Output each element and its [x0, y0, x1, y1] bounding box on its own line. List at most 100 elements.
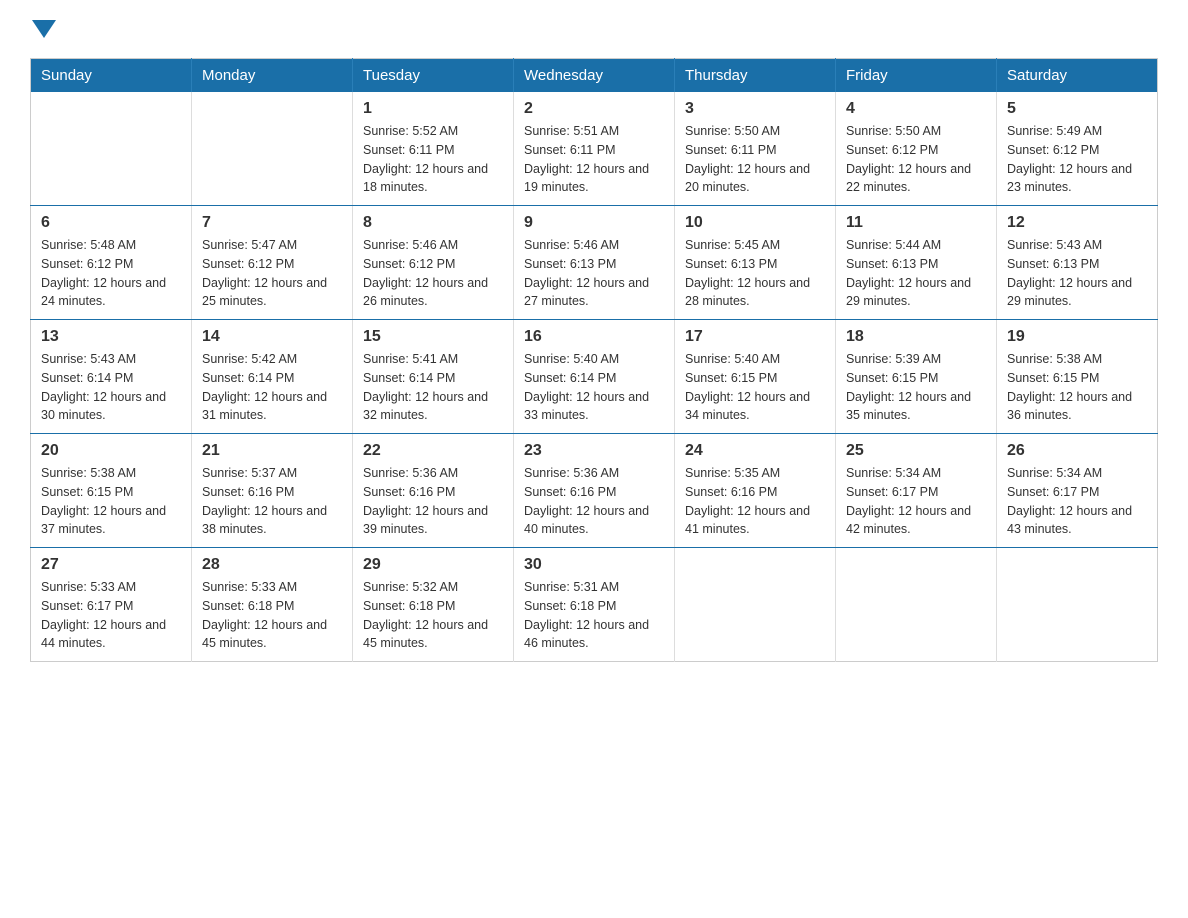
calendar-cell: 6 Sunrise: 5:48 AMSunset: 6:12 PMDaylight… [31, 206, 192, 320]
weekday-header-thursday: Thursday [675, 59, 836, 93]
weekday-header-tuesday: Tuesday [353, 59, 514, 93]
calendar-cell: 25Sunrise: 5:34 AMSunset: 6:17 PMDayligh… [836, 434, 997, 548]
calendar-cell: 2 Sunrise: 5:51 AMSunset: 6:11 PMDaylight… [514, 92, 675, 206]
day-number: 18 [846, 328, 986, 346]
day-number: 21 [202, 442, 342, 460]
calendar-cell: 30 Sunrise: 5:31 AMSunset: 6:18 PMDayligh… [514, 548, 675, 662]
day-info: Sunrise: 5:48 AMSunset: 6:12 PMDaylight:… [41, 236, 181, 311]
day-number: 6 [41, 214, 181, 232]
day-number: 13 [41, 328, 181, 346]
day-info: Sunrise: 5:42 AMSunset: 6:14 PMDaylight:… [202, 350, 342, 425]
day-info: Sunrise: 5:39 AMSunset: 6:15 PMDaylight:… [846, 350, 986, 425]
calendar-cell: 10 Sunrise: 5:45 AMSunset: 6:13 PMDayligh… [675, 206, 836, 320]
calendar-body: 1 Sunrise: 5:52 AMSunset: 6:11 PMDaylight… [31, 92, 1158, 662]
day-number: 20 [41, 442, 181, 460]
weekday-header-monday: Monday [192, 59, 353, 93]
calendar-table: SundayMondayTuesdayWednesdayThursdayFrid… [30, 58, 1158, 662]
calendar-cell: 18 Sunrise: 5:39 AMSunset: 6:15 PMDayligh… [836, 320, 997, 434]
calendar-week-row: 13Sunrise: 5:43 AMSunset: 6:14 PMDayligh… [31, 320, 1158, 434]
day-info: Sunrise: 5:52 AMSunset: 6:11 PMDaylight:… [363, 122, 503, 197]
calendar-cell: 16Sunrise: 5:40 AMSunset: 6:14 PMDayligh… [514, 320, 675, 434]
calendar-week-row: 27 Sunrise: 5:33 AMSunset: 6:17 PMDayligh… [31, 548, 1158, 662]
day-info: Sunrise: 5:33 AMSunset: 6:18 PMDaylight:… [202, 578, 342, 653]
day-info: Sunrise: 5:33 AMSunset: 6:17 PMDaylight:… [41, 578, 181, 653]
day-number: 16 [524, 328, 664, 346]
day-number: 8 [363, 214, 503, 232]
day-number: 17 [685, 328, 825, 346]
day-info: Sunrise: 5:41 AMSunset: 6:14 PMDaylight:… [363, 350, 503, 425]
calendar-cell [997, 548, 1158, 662]
day-info: Sunrise: 5:45 AMSunset: 6:13 PMDaylight:… [685, 236, 825, 311]
logo [30, 20, 58, 38]
day-info: Sunrise: 5:38 AMSunset: 6:15 PMDaylight:… [41, 464, 181, 539]
day-info: Sunrise: 5:34 AMSunset: 6:17 PMDaylight:… [846, 464, 986, 539]
day-info: Sunrise: 5:40 AMSunset: 6:15 PMDaylight:… [685, 350, 825, 425]
day-number: 19 [1007, 328, 1147, 346]
calendar-cell: 3 Sunrise: 5:50 AMSunset: 6:11 PMDaylight… [675, 92, 836, 206]
day-info: Sunrise: 5:35 AMSunset: 6:16 PMDaylight:… [685, 464, 825, 539]
weekday-header-sunday: Sunday [31, 59, 192, 93]
calendar-cell: 11 Sunrise: 5:44 AMSunset: 6:13 PMDayligh… [836, 206, 997, 320]
calendar-cell: 22 Sunrise: 5:36 AMSunset: 6:16 PMDayligh… [353, 434, 514, 548]
day-info: Sunrise: 5:34 AMSunset: 6:17 PMDaylight:… [1007, 464, 1147, 539]
calendar-cell: 19 Sunrise: 5:38 AMSunset: 6:15 PMDayligh… [997, 320, 1158, 434]
calendar-cell: 12Sunrise: 5:43 AMSunset: 6:13 PMDayligh… [997, 206, 1158, 320]
day-number: 14 [202, 328, 342, 346]
day-number: 10 [685, 214, 825, 232]
day-number: 5 [1007, 100, 1147, 118]
day-number: 4 [846, 100, 986, 118]
calendar-cell: 7Sunrise: 5:47 AMSunset: 6:12 PMDaylight… [192, 206, 353, 320]
day-info: Sunrise: 5:37 AMSunset: 6:16 PMDaylight:… [202, 464, 342, 539]
calendar-header: SundayMondayTuesdayWednesdayThursdayFrid… [31, 59, 1158, 93]
day-info: Sunrise: 5:50 AMSunset: 6:11 PMDaylight:… [685, 122, 825, 197]
day-info: Sunrise: 5:46 AMSunset: 6:13 PMDaylight:… [524, 236, 664, 311]
weekday-header-wednesday: Wednesday [514, 59, 675, 93]
day-number: 26 [1007, 442, 1147, 460]
day-number: 3 [685, 100, 825, 118]
weekday-header-row: SundayMondayTuesdayWednesdayThursdayFrid… [31, 59, 1158, 93]
calendar-cell: 17 Sunrise: 5:40 AMSunset: 6:15 PMDayligh… [675, 320, 836, 434]
day-info: Sunrise: 5:50 AMSunset: 6:12 PMDaylight:… [846, 122, 986, 197]
calendar-cell: 4 Sunrise: 5:50 AMSunset: 6:12 PMDaylight… [836, 92, 997, 206]
calendar-cell: 1 Sunrise: 5:52 AMSunset: 6:11 PMDaylight… [353, 92, 514, 206]
calendar-cell: 28 Sunrise: 5:33 AMSunset: 6:18 PMDayligh… [192, 548, 353, 662]
calendar-cell: 29 Sunrise: 5:32 AMSunset: 6:18 PMDayligh… [353, 548, 514, 662]
day-number: 2 [524, 100, 664, 118]
day-number: 9 [524, 214, 664, 232]
day-number: 23 [524, 442, 664, 460]
day-number: 11 [846, 214, 986, 232]
day-info: Sunrise: 5:44 AMSunset: 6:13 PMDaylight:… [846, 236, 986, 311]
calendar-cell [192, 92, 353, 206]
day-number: 24 [685, 442, 825, 460]
day-number: 30 [524, 556, 664, 574]
calendar-cell: 13Sunrise: 5:43 AMSunset: 6:14 PMDayligh… [31, 320, 192, 434]
day-info: Sunrise: 5:51 AMSunset: 6:11 PMDaylight:… [524, 122, 664, 197]
day-number: 29 [363, 556, 503, 574]
day-number: 7 [202, 214, 342, 232]
calendar-cell: 21 Sunrise: 5:37 AMSunset: 6:16 PMDayligh… [192, 434, 353, 548]
day-number: 28 [202, 556, 342, 574]
day-number: 22 [363, 442, 503, 460]
day-number: 27 [41, 556, 181, 574]
day-info: Sunrise: 5:32 AMSunset: 6:18 PMDaylight:… [363, 578, 503, 653]
calendar-cell: 23Sunrise: 5:36 AMSunset: 6:16 PMDayligh… [514, 434, 675, 548]
calendar-week-row: 20 Sunrise: 5:38 AMSunset: 6:15 PMDayligh… [31, 434, 1158, 548]
calendar-cell: 8Sunrise: 5:46 AMSunset: 6:12 PMDaylight… [353, 206, 514, 320]
day-info: Sunrise: 5:36 AMSunset: 6:16 PMDaylight:… [363, 464, 503, 539]
day-info: Sunrise: 5:49 AMSunset: 6:12 PMDaylight:… [1007, 122, 1147, 197]
day-number: 1 [363, 100, 503, 118]
calendar-week-row: 6 Sunrise: 5:48 AMSunset: 6:12 PMDaylight… [31, 206, 1158, 320]
calendar-cell [836, 548, 997, 662]
weekday-header-friday: Friday [836, 59, 997, 93]
calendar-cell: 14 Sunrise: 5:42 AMSunset: 6:14 PMDayligh… [192, 320, 353, 434]
calendar-cell [31, 92, 192, 206]
day-info: Sunrise: 5:31 AMSunset: 6:18 PMDaylight:… [524, 578, 664, 653]
calendar-week-row: 1 Sunrise: 5:52 AMSunset: 6:11 PMDaylight… [31, 92, 1158, 206]
calendar-cell: 26 Sunrise: 5:34 AMSunset: 6:17 PMDayligh… [997, 434, 1158, 548]
day-info: Sunrise: 5:38 AMSunset: 6:15 PMDaylight:… [1007, 350, 1147, 425]
calendar-cell: 9 Sunrise: 5:46 AMSunset: 6:13 PMDaylight… [514, 206, 675, 320]
calendar-cell: 15Sunrise: 5:41 AMSunset: 6:14 PMDayligh… [353, 320, 514, 434]
calendar-cell: 5 Sunrise: 5:49 AMSunset: 6:12 PMDaylight… [997, 92, 1158, 206]
day-info: Sunrise: 5:43 AMSunset: 6:13 PMDaylight:… [1007, 236, 1147, 311]
page-header [30, 20, 1158, 38]
